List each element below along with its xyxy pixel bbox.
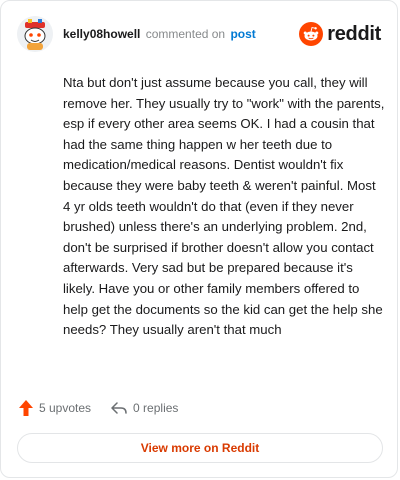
upvote-button[interactable]: 5 upvotes	[19, 400, 91, 416]
post-link[interactable]: post	[230, 27, 255, 41]
comment-embed-card: kelly08howell commented on post reddit N…	[0, 0, 398, 478]
reddit-logo-icon	[299, 22, 324, 46]
snoo-avatar-icon	[17, 16, 53, 52]
comment-body: Nta but don't just assume because you ca…	[63, 75, 385, 338]
reddit-brand[interactable]: reddit	[299, 22, 381, 46]
upvote-count: 5 upvotes	[39, 401, 92, 415]
comment-meta: kelly08howell commented on post	[63, 26, 256, 42]
view-more-button[interactable]: View more on Reddit	[17, 433, 383, 463]
reply-count: 0 replies	[133, 401, 179, 415]
upvote-arrow-icon	[19, 400, 33, 416]
user-avatar[interactable]	[17, 16, 53, 52]
comment-actions: 5 upvotes 0 replies	[19, 397, 198, 419]
comment-header: kelly08howell commented on post reddit	[17, 15, 381, 53]
brand-name: reddit	[327, 22, 381, 45]
reply-button[interactable]: 0 replies	[111, 401, 178, 415]
action-text: commented on	[145, 27, 226, 41]
username-link[interactable]: kelly08howell	[63, 27, 140, 41]
reply-arrow-icon	[111, 402, 127, 414]
